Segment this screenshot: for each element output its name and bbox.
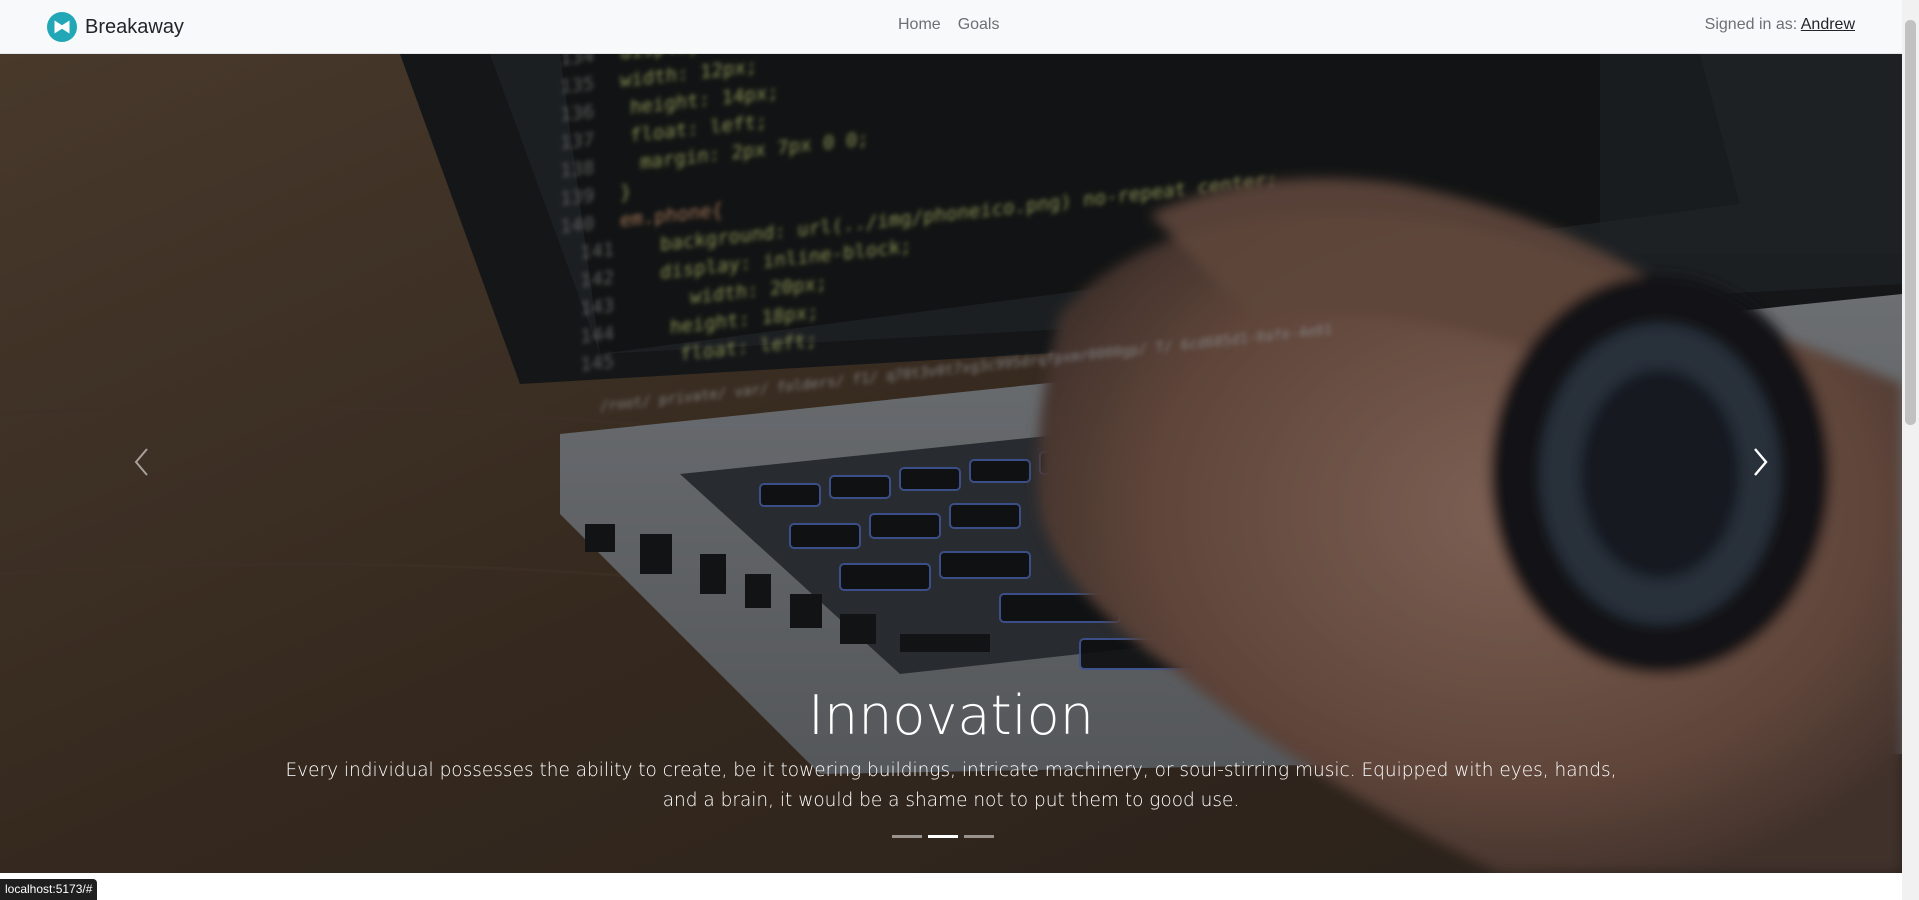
breakaway-logo-icon	[47, 12, 77, 42]
page-scrollbar[interactable]	[1902, 0, 1919, 900]
chevron-right-icon	[1754, 448, 1768, 476]
user-name-link[interactable]: Andrew	[1801, 16, 1855, 33]
carousel-caption: Innovation Every individual possesses th…	[280, 684, 1622, 816]
slide-title: Innovation	[808, 684, 1094, 747]
nav-link-home[interactable]: Home	[898, 16, 941, 34]
navbar: Breakaway Home Goals Signed in as: Andre…	[0, 0, 1902, 54]
page: Breakaway Home Goals Signed in as: Andre…	[0, 0, 1919, 900]
hero-carousel: 134display: 135width: 12px; 136height: 1…	[0, 54, 1902, 873]
carousel-indicator-1[interactable]	[892, 835, 922, 838]
slide-description: Every individual possesses the ability t…	[285, 760, 1617, 811]
status-bar-url: localhost:5173/#	[0, 879, 98, 900]
signed-in-status: Signed in as: Andrew	[1705, 16, 1855, 34]
carousel-prev-button[interactable]	[122, 432, 162, 492]
signed-in-label: Signed in as:	[1704, 16, 1801, 33]
carousel-indicators	[892, 835, 994, 838]
nav-links: Home Goals	[898, 16, 999, 34]
carousel-next-button[interactable]	[1740, 432, 1780, 492]
brand-name: Breakaway	[85, 15, 184, 38]
carousel-indicator-2[interactable]	[928, 835, 958, 838]
brand[interactable]: Breakaway	[47, 12, 184, 42]
carousel-indicator-3[interactable]	[964, 835, 994, 838]
scrollbar-thumb[interactable]	[1905, 20, 1916, 425]
nav-link-goals[interactable]: Goals	[958, 16, 1000, 34]
chevron-left-icon	[134, 448, 148, 476]
